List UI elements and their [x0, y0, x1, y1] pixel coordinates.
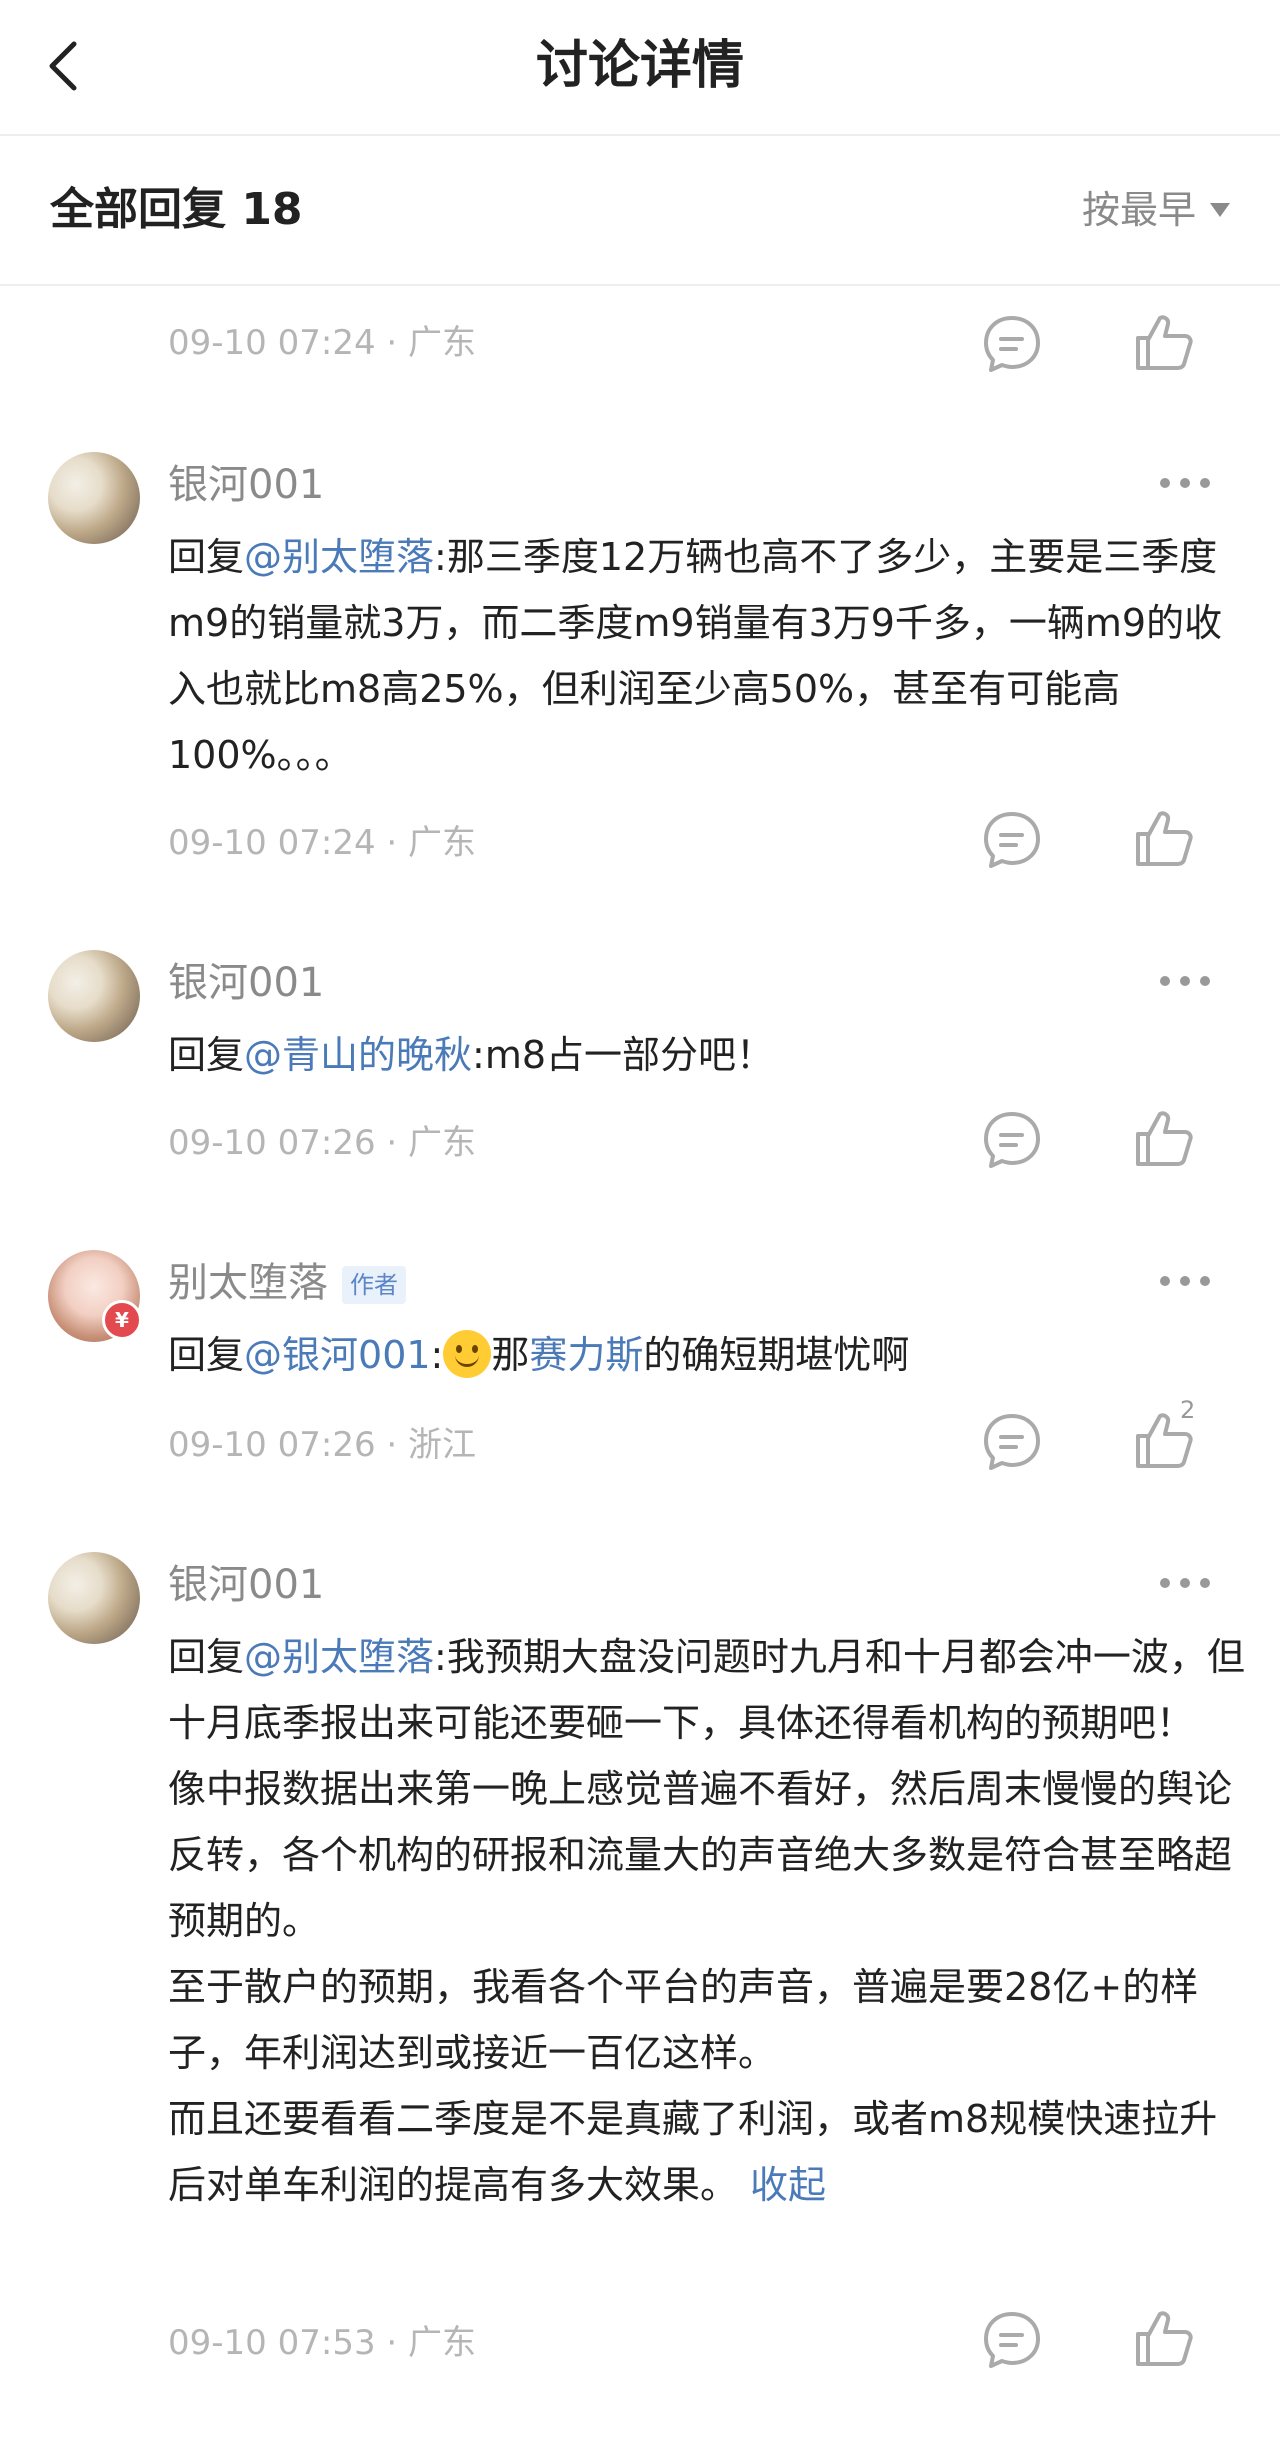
comment-meta: 09-10 07:53 · 广东 [168, 2323, 477, 2363]
paragraph: 至于散户的预期，我看各个平台的声音，普遍是要28亿+的样子，年利润达到或接近一百… [168, 1965, 1199, 2075]
more-icon[interactable] [1160, 976, 1210, 990]
thumbs-up-icon[interactable] [1132, 1106, 1196, 1170]
avatar[interactable] [48, 1552, 140, 1644]
comment-content: 回复@银河001: 那赛力斯的确短期堪忧啊 [168, 1322, 1248, 1388]
mention-link[interactable]: @别太堕落 [244, 535, 434, 579]
reply-icon[interactable] [980, 1108, 1044, 1172]
paragraph: 回复@别太堕落:我预期大盘没问题时九月和十月都会冲一波，但十月底季报出来可能还要… [168, 1624, 1248, 1756]
reply-icon[interactable] [980, 1410, 1044, 1474]
comment-text: :m8占一部分吧！ [472, 1033, 775, 1077]
comment-text: 那 [491, 1333, 530, 1377]
comment-text: 的确短期堪忧啊 [643, 1333, 910, 1377]
more-icon[interactable] [1160, 1578, 1210, 1592]
more-icon[interactable] [1160, 478, 1210, 492]
thumbs-up-icon[interactable] [1132, 806, 1196, 870]
reply-header: 全部回复 18 按最早 [0, 136, 1280, 286]
paragraph: 像中报数据出来第一晚上感觉普遍不看好，然后周末慢慢的舆论反转，各个机构的研报和流… [168, 1767, 1233, 1943]
reply-prefix: 回复 [168, 535, 245, 579]
username[interactable]: 银河001 [168, 956, 324, 1010]
comment-text: : [430, 1333, 444, 1377]
vip-badge: ¥ [102, 1300, 142, 1340]
sort-label: 按最早 [1081, 188, 1196, 232]
comment-text: 而且还要看看二季度是不是真藏了利润，或者m8规模快速拉升后对单车利润的提高有多大… [168, 2097, 1218, 2207]
more-icon[interactable] [1160, 1276, 1210, 1290]
username-text: 别太堕落 [168, 1260, 328, 1306]
avatar[interactable] [48, 452, 140, 544]
author-tag: 作者 [342, 1266, 406, 1304]
collapse-link[interactable]: 收起 [750, 2163, 826, 2207]
caret-down-icon [1210, 203, 1230, 217]
nav-bar: 讨论详情 [0, 0, 1280, 136]
reply-icon[interactable] [980, 312, 1044, 376]
username[interactable]: 别太堕落 作者 [168, 1256, 406, 1310]
sort-dropdown[interactable]: 按最早 [1082, 184, 1230, 236]
username[interactable]: 银河001 [168, 458, 324, 512]
reply-prefix: 回复 [168, 1635, 245, 1679]
thumbs-up-icon[interactable] [1132, 2306, 1196, 2370]
mention-link[interactable]: @青山的晚秋 [244, 1033, 472, 1077]
mention-link[interactable]: @别太堕落 [244, 1635, 434, 1679]
smile-emoji-icon [443, 1330, 492, 1378]
paragraph: 而且还要看看二季度是不是真藏了利润，或者m8规模快速拉升后对单车利润的提高有多大… [168, 2086, 1248, 2218]
reply-prefix: 回复 [168, 1333, 245, 1377]
like-count: 2 [1180, 1396, 1196, 1424]
reply-icon[interactable] [980, 2308, 1044, 2372]
reply-prefix: 回复 [168, 1033, 245, 1077]
mention-link[interactable]: @银河001 [244, 1333, 431, 1377]
reply-icon[interactable] [980, 808, 1044, 872]
comment-meta: 09-10 07:24 · 广东 [168, 323, 477, 363]
comment-content: 回复@别太堕落:我预期大盘没问题时九月和十月都会冲一波，但十月底季报出来可能还要… [168, 1624, 1248, 2218]
thumbs-up-icon[interactable] [1132, 310, 1196, 374]
comment-meta: 09-10 07:26 · 广东 [168, 1123, 477, 1163]
comment-content: 回复@别太堕落:那三季度12万辆也高不了多少，主要是三季度m9的销量就3万，而二… [168, 524, 1248, 788]
page-title: 讨论详情 [535, 36, 744, 96]
comment-content: 回复@青山的晚秋:m8占一部分吧！ [168, 1022, 1248, 1088]
comment-meta: 09-10 07:26 · 浙江 [168, 1425, 477, 1465]
comment-meta: 09-10 07:24 · 广东 [168, 823, 477, 863]
stock-link[interactable]: 赛力斯 [529, 1333, 643, 1377]
reply-count: 全部回复 18 [50, 184, 303, 235]
avatar[interactable] [48, 950, 140, 1042]
username[interactable]: 银河001 [168, 1558, 324, 1612]
